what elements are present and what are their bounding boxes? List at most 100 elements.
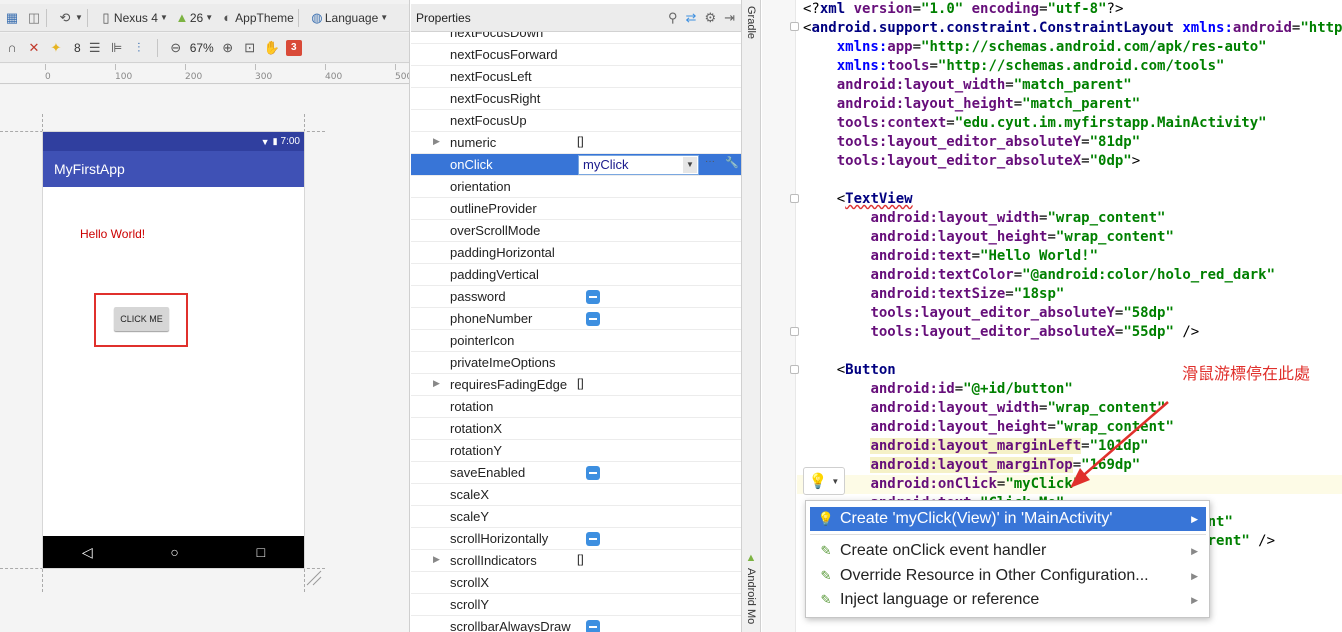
- popup-menu-item[interactable]: ✎ Create onClick event handler ▶: [810, 539, 1206, 563]
- expand-arrow-icon[interactable]: ▶: [433, 136, 440, 147]
- property-row[interactable]: scrollY: [411, 594, 741, 616]
- code-token: "edu.cyut.im.myfirstapp.MainActivity": [954, 115, 1267, 131]
- code-token: android:onClick: [870, 476, 997, 492]
- property-row[interactable]: nextFocusForward: [411, 44, 741, 66]
- home-nav-icon[interactable]: ○: [170, 544, 178, 560]
- chevron-right-icon: ▶: [1191, 570, 1198, 581]
- chevron-down-icon: ▼: [380, 13, 389, 22]
- expand-arrow-icon[interactable]: ▶: [433, 554, 440, 565]
- flag-toggle-icon[interactable]: [586, 532, 600, 546]
- fold-marker-icon[interactable]: [790, 365, 799, 374]
- property-row[interactable]: rotationY: [411, 440, 741, 462]
- onclick-value-field[interactable]: myClick: [578, 155, 699, 175]
- ruler-label: 400: [325, 72, 343, 82]
- guidelines-icon[interactable]: ⫶: [131, 40, 147, 56]
- separator: [297, 8, 299, 27]
- property-row[interactable]: password: [411, 286, 741, 308]
- fold-marker-icon[interactable]: [790, 194, 799, 203]
- popup-menu-item[interactable]: ✎ Override Resource in Other Configuratio…: [810, 564, 1206, 588]
- api-selector[interactable]: ▲ 26 ▼: [174, 10, 213, 26]
- property-row[interactable]: overScrollMode: [411, 220, 741, 242]
- property-row[interactable]: scaleY: [411, 506, 741, 528]
- property-row[interactable]: onClick myClick ▼ ··· 🔧: [411, 154, 741, 176]
- property-value[interactable]: []: [577, 134, 584, 148]
- property-value[interactable]: []: [577, 376, 584, 390]
- property-row[interactable]: privateImeOptions: [411, 352, 741, 374]
- intention-bulb-button[interactable]: 💡 ▼: [803, 467, 845, 495]
- property-row[interactable]: scrollX: [411, 572, 741, 594]
- property-row[interactable]: nextFocusRight: [411, 88, 741, 110]
- swap-view-icon[interactable]: ⇄: [686, 10, 697, 26]
- property-row[interactable]: phoneNumber: [411, 308, 741, 330]
- zoom-out-icon[interactable]: ⊖: [168, 40, 184, 56]
- zoom-fit-icon[interactable]: ⊡: [242, 40, 258, 56]
- property-row[interactable]: paddingVertical: [411, 264, 741, 286]
- more-icon[interactable]: ···: [705, 156, 715, 167]
- design-canvas[interactable]: ▼ ▮ 7:00 MyFirstApp Hello World! CLICK M…: [0, 85, 409, 632]
- property-row[interactable]: ▶ scrollIndicators []: [411, 550, 741, 572]
- code-token: <: [803, 362, 846, 378]
- resize-handle-icon[interactable]: [305, 569, 323, 587]
- property-name: scrollIndicators: [450, 553, 537, 568]
- flag-toggle-icon[interactable]: [586, 312, 600, 326]
- property-row[interactable]: nextFocusUp: [411, 110, 741, 132]
- pack-icon[interactable]: ☰: [87, 40, 103, 56]
- property-name: onClick: [450, 157, 493, 172]
- theme-selector[interactable]: ◐ AppTheme: [219, 10, 294, 26]
- click-me-button[interactable]: CLICK ME: [114, 307, 169, 331]
- gradle-tab[interactable]: Gradle: [745, 6, 757, 39]
- flag-toggle-icon[interactable]: [586, 466, 600, 480]
- popup-menu-item[interactable]: ✎ Inject language or reference ▶: [810, 588, 1206, 612]
- align-icon[interactable]: ⊫: [109, 40, 125, 56]
- property-value[interactable]: []: [577, 552, 584, 566]
- popup-item-label: Create 'myClick(View)' in 'MainActivity': [840, 510, 1113, 527]
- search-icon[interactable]: ⚲: [668, 10, 678, 26]
- blueprint-view-icon[interactable]: ◫: [26, 10, 42, 26]
- property-name: rotation: [450, 399, 494, 414]
- wrench-icon[interactable]: 🔧: [725, 156, 739, 169]
- clear-constraints-icon[interactable]: ✕: [26, 40, 42, 56]
- infer-constraints-icon[interactable]: ✦: [48, 40, 64, 56]
- fold-marker-icon[interactable]: [790, 327, 799, 336]
- property-row[interactable]: ▶ requiresFadingEdge []: [411, 374, 741, 396]
- flag-toggle-icon[interactable]: [586, 620, 600, 632]
- property-row[interactable]: rotationX: [411, 418, 741, 440]
- flag-toggle-icon[interactable]: [586, 290, 600, 304]
- hide-panel-icon[interactable]: ⇥: [724, 10, 735, 26]
- default-margin-value[interactable]: 8: [74, 41, 81, 55]
- warnings-badge[interactable]: 3: [285, 39, 302, 56]
- status-time: 7:00: [280, 136, 300, 147]
- code-token: =: [1047, 419, 1056, 435]
- design-view-icon[interactable]: ▦: [4, 10, 20, 26]
- property-row[interactable]: scrollbarAlwaysDraw: [411, 616, 741, 632]
- property-row[interactable]: ▶ numeric []: [411, 132, 741, 154]
- property-row[interactable]: saveEnabled: [411, 462, 741, 484]
- property-row[interactable]: pointerIcon: [411, 330, 741, 352]
- popup-menu-item[interactable]: 💡 Create 'myClick(View)' in 'MainActivity…: [810, 507, 1206, 531]
- back-nav-icon[interactable]: ◁: [82, 544, 93, 561]
- property-row[interactable]: scaleX: [411, 484, 741, 506]
- zoom-in-icon[interactable]: ⊕: [220, 40, 236, 56]
- property-row[interactable]: rotation: [411, 396, 741, 418]
- chevron-down-icon[interactable]: ▼: [683, 157, 697, 173]
- code-token: "utf-8": [1047, 1, 1107, 17]
- orientation-button[interactable]: ⟲ ▼: [57, 10, 83, 26]
- language-selector[interactable]: ◍ Language ▼: [309, 10, 388, 26]
- expand-arrow-icon[interactable]: ▶: [433, 378, 440, 389]
- fold-marker-icon[interactable]: [790, 22, 799, 31]
- device-selector[interactable]: ▯ Nexus 4 ▼: [98, 10, 168, 26]
- property-row[interactable]: scrollHorizontally: [411, 528, 741, 550]
- android-monitor-tab[interactable]: Android Mo: [745, 568, 757, 624]
- recents-nav-icon[interactable]: □: [257, 544, 265, 560]
- code-token: "81dp": [1089, 134, 1141, 150]
- pan-hand-icon[interactable]: ✋: [264, 40, 280, 56]
- property-row[interactable]: paddingHorizontal: [411, 242, 741, 264]
- settings-gear-icon[interactable]: ⚙: [704, 10, 716, 26]
- magnet-icon[interactable]: ∩: [4, 40, 20, 56]
- hello-textview[interactable]: Hello World!: [80, 227, 145, 241]
- property-row[interactable]: outlineProvider: [411, 198, 741, 220]
- property-row[interactable]: orientation: [411, 176, 741, 198]
- property-row[interactable]: nextFocusLeft: [411, 66, 741, 88]
